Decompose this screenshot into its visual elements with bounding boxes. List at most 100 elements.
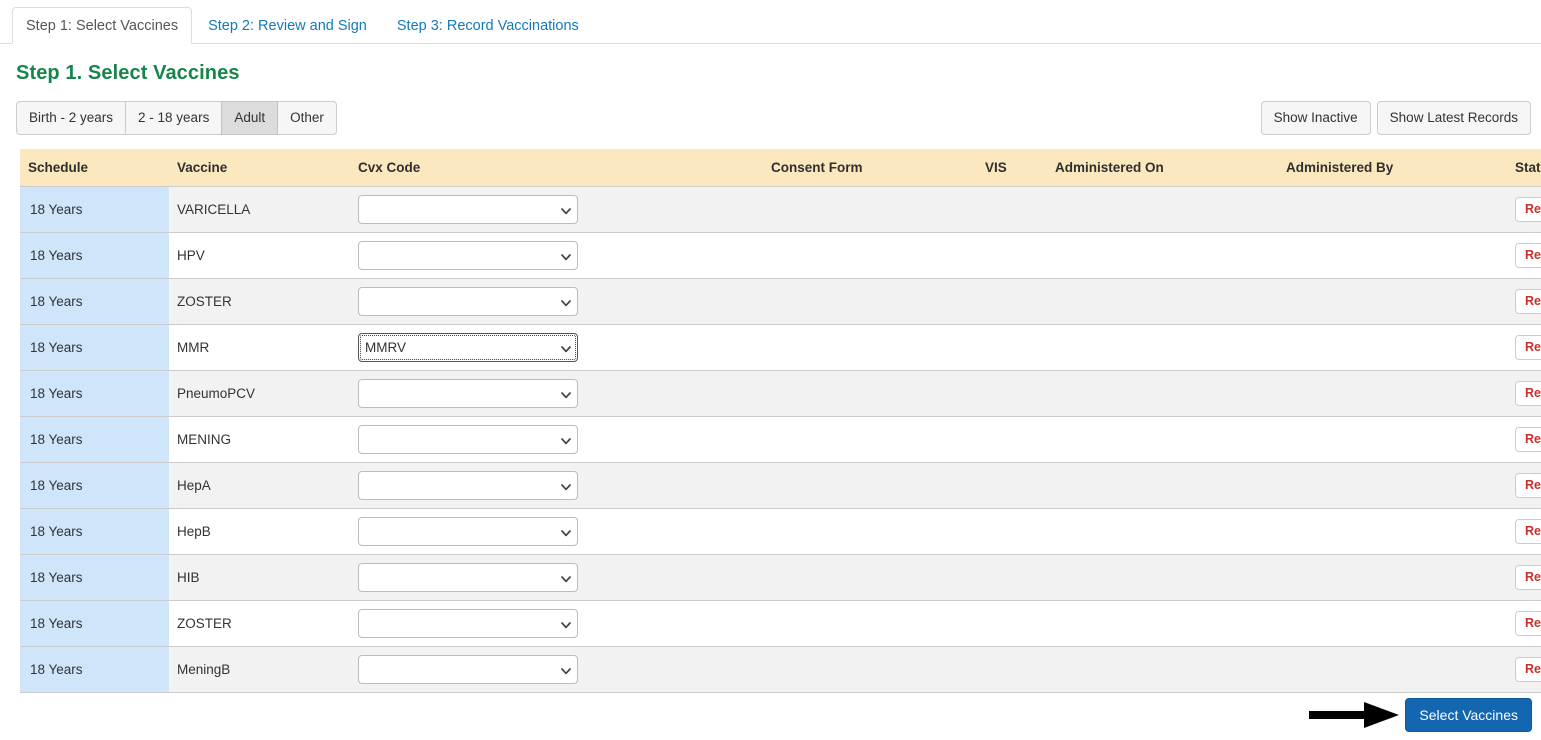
cell-consent-form — [763, 462, 977, 509]
cell-administered-on — [1047, 462, 1278, 509]
cvx-code-select-wrapper — [358, 425, 578, 454]
cell-vaccine-name: HepB — [169, 508, 350, 555]
cvx-code-select[interactable] — [358, 287, 578, 316]
page-title: Step 1. Select Vaccines — [16, 62, 240, 84]
cell-administered-on — [1047, 186, 1278, 233]
cell-vaccine-name: VARICELLA — [169, 186, 350, 233]
cvx-code-select-wrapper — [358, 379, 578, 408]
cvx-code-select[interactable]: MMRV — [358, 333, 578, 362]
age-group-button-0[interactable]: Birth - 2 years — [16, 101, 127, 135]
vaccine-table: Schedule Vaccine Cvx Code Consent Form V… — [20, 149, 1541, 693]
cell-administered-by — [1278, 416, 1507, 463]
cell-status: Refuse — [1507, 600, 1541, 647]
cell-consent-form — [763, 324, 977, 371]
cvx-code-select-wrapper — [358, 241, 578, 270]
cell-status: Refuse — [1507, 462, 1541, 509]
cell-vaccine-name: MMR — [169, 324, 350, 371]
age-group-button-3[interactable]: Other — [277, 101, 337, 135]
cell-vaccine-name: PneumoPCV — [169, 370, 350, 417]
cvx-code-select[interactable] — [358, 517, 578, 546]
refuse-button[interactable]: Refuse — [1515, 565, 1541, 590]
tab-step-2[interactable]: Step 2: Review and Sign — [194, 7, 381, 45]
cvx-code-select[interactable] — [358, 563, 578, 592]
cell-vis — [977, 278, 1047, 325]
tab-list: Step 1: Select Vaccines Step 2: Review an… — [12, 0, 1541, 45]
cell-consent-form — [763, 646, 977, 693]
refuse-button[interactable]: Refuse — [1515, 243, 1541, 268]
cell-vis — [977, 508, 1047, 555]
cvx-code-select[interactable] — [358, 471, 578, 500]
step-tab-bar: Step 1: Select Vaccines Step 2: Review an… — [0, 0, 1541, 44]
cell-vaccine-name: ZOSTER — [169, 600, 350, 647]
refuse-button[interactable]: Refuse — [1515, 519, 1541, 544]
cell-schedule: 18 Years — [20, 186, 169, 233]
age-group-button-1[interactable]: 2 - 18 years — [125, 101, 223, 135]
refuse-button[interactable]: Refuse — [1515, 335, 1541, 360]
cell-vaccine-name: ZOSTER — [169, 278, 350, 325]
table-row: 18 YearsMeningB Refuse — [20, 646, 1541, 693]
cell-status: Refuse — [1507, 554, 1541, 601]
cell-administered-by — [1278, 186, 1507, 233]
show-latest-records-button[interactable]: Show Latest Records — [1376, 101, 1531, 135]
cell-vis — [977, 324, 1047, 371]
cell-administered-by — [1278, 232, 1507, 279]
cell-administered-by — [1278, 554, 1507, 601]
refuse-button[interactable]: Refuse — [1515, 197, 1541, 222]
cell-administered-by — [1278, 462, 1507, 509]
cvx-code-select[interactable] — [358, 425, 578, 454]
cell-schedule: 18 Years — [20, 278, 169, 325]
cell-status: Refuse — [1507, 186, 1541, 233]
cvx-code-select-wrapper — [358, 195, 578, 224]
cell-cvx-code — [350, 646, 763, 693]
cell-schedule: 18 Years — [20, 646, 169, 693]
cell-cvx-code — [350, 232, 763, 279]
cvx-code-select[interactable] — [358, 655, 578, 684]
cell-status: Refuse — [1507, 232, 1541, 279]
cell-vaccine-name: HIB — [169, 554, 350, 601]
age-group-button-2[interactable]: Adult — [221, 101, 279, 135]
toolbar-right-actions: Show Inactive Show Latest Records — [1260, 101, 1531, 135]
vaccine-table-container: Schedule Vaccine Cvx Code Consent Form V… — [20, 149, 1541, 693]
tab-step-3[interactable]: Step 3: Record Vaccinations — [383, 7, 593, 45]
cell-administered-by — [1278, 370, 1507, 417]
cvx-code-select[interactable] — [358, 379, 578, 408]
refuse-button[interactable]: Refuse — [1515, 427, 1541, 452]
filter-toolbar: Birth - 2 years 2 - 18 years Adult Other Sh… — [16, 101, 1531, 135]
cell-vis — [977, 416, 1047, 463]
cell-schedule: 18 Years — [20, 370, 169, 417]
table-row: 18 YearsVARICELLA Refuse — [20, 186, 1541, 233]
cell-schedule: 18 Years — [20, 232, 169, 279]
cell-status: Refuse — [1507, 278, 1541, 325]
cell-administered-on — [1047, 508, 1278, 555]
cell-administered-on — [1047, 646, 1278, 693]
show-inactive-button[interactable]: Show Inactive — [1260, 101, 1371, 135]
cell-status: Refuse — [1507, 370, 1541, 417]
vaccine-table-head: Schedule Vaccine Cvx Code Consent Form V… — [20, 149, 1541, 187]
footer-actions: Select Vaccines — [1309, 698, 1532, 732]
cvx-code-select-wrapper — [358, 563, 578, 592]
cell-vis — [977, 646, 1047, 693]
table-row: 18 YearsMMR MMRV Refuse — [20, 324, 1541, 371]
refuse-button[interactable]: Refuse — [1515, 289, 1541, 314]
cell-vis — [977, 554, 1047, 601]
cvx-code-select[interactable] — [358, 241, 578, 270]
refuse-button[interactable]: Refuse — [1515, 381, 1541, 406]
cell-consent-form — [763, 186, 977, 233]
tab-step-1[interactable]: Step 1: Select Vaccines — [12, 6, 193, 44]
column-header-status: Status — [1507, 149, 1541, 187]
cell-status: Refuse — [1507, 416, 1541, 463]
cvx-code-select[interactable] — [358, 195, 578, 224]
cvx-code-select[interactable] — [358, 609, 578, 638]
cell-status: Refuse — [1507, 324, 1541, 371]
refuse-button[interactable]: Refuse — [1515, 473, 1541, 498]
select-vaccines-button[interactable]: Select Vaccines — [1405, 698, 1532, 732]
refuse-button[interactable]: Refuse — [1515, 611, 1541, 636]
table-header-row: Schedule Vaccine Cvx Code Consent Form V… — [20, 149, 1541, 187]
cell-vis — [977, 462, 1047, 509]
column-header-cvx-code: Cvx Code — [350, 149, 763, 187]
cell-consent-form — [763, 370, 977, 417]
cell-administered-on — [1047, 370, 1278, 417]
right-arrow-annotation-icon — [1309, 700, 1401, 730]
refuse-button[interactable]: Refuse — [1515, 657, 1541, 682]
cell-vis — [977, 232, 1047, 279]
